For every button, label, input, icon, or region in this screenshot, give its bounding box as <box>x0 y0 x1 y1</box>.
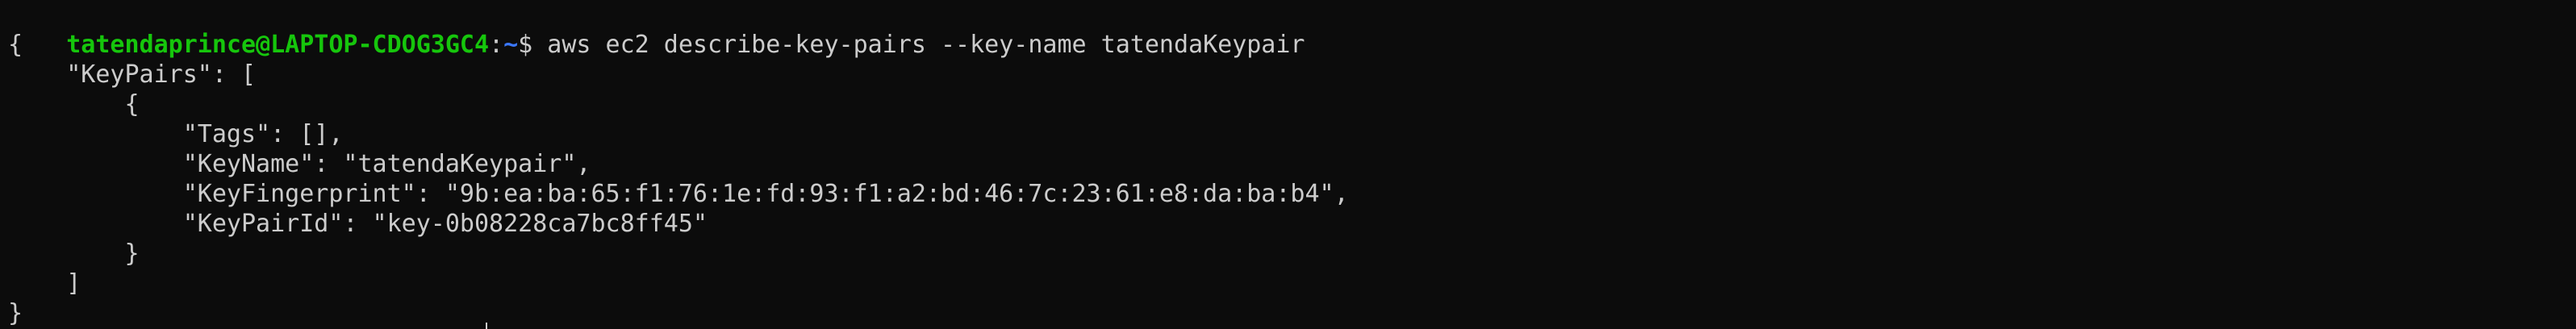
prompt-line: tatendaprince@LAPTOP-CDOG3GC4:~$ aws ec2… <box>8 0 1305 59</box>
output-line: } <box>8 299 23 327</box>
prompt-user-host: tatendaprince@LAPTOP-CDOG3GC4 <box>66 31 490 59</box>
terminal-window[interactable]: tatendaprince@LAPTOP-CDOG3GC4:~$ aws ec2… <box>0 0 2576 329</box>
output-line: ] <box>8 269 81 298</box>
prompt-cwd: ~ <box>503 31 519 59</box>
output-line: { <box>8 90 140 119</box>
prompt-symbol: $ <box>518 31 548 59</box>
output-line: "KeyFingerprint": "9b:ea:ba:65:f1:76:1e:… <box>8 180 1349 208</box>
prompt-separator: : <box>489 31 504 59</box>
cursor-fragment <box>484 321 492 329</box>
output-line: "KeyPairId": "key-0b08228ca7bc8ff45" <box>8 210 708 238</box>
output-line: "KeyName": "tatendaKeypair", <box>8 150 591 178</box>
command-text: aws ec2 describe-key-pairs --key-name ta… <box>547 31 1305 59</box>
output-line: { <box>8 31 23 59</box>
output-line: } <box>8 239 140 268</box>
output-line: "Tags": [], <box>8 120 344 148</box>
output-line: "KeyPairs": [ <box>8 60 257 89</box>
